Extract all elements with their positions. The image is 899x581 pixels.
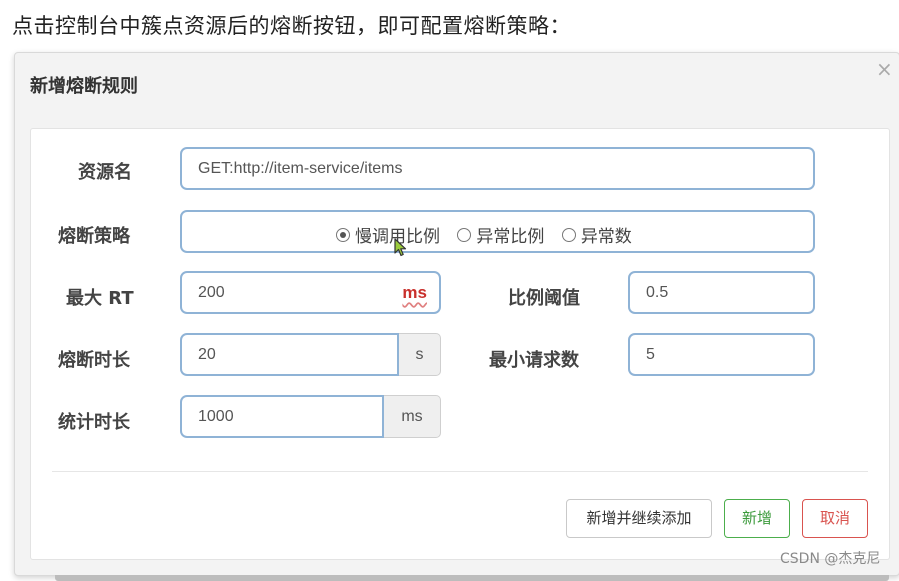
radio-slow-ratio[interactable]: 慢调用比例 <box>336 222 440 247</box>
break-duration-input[interactable]: 20 <box>180 333 399 376</box>
footer-divider <box>52 471 868 472</box>
ratio-threshold-label: 比例阈值 <box>508 288 580 309</box>
min-requests-input[interactable]: 5 <box>628 333 815 376</box>
close-icon[interactable]: × <box>876 58 893 80</box>
resource-label: 资源名 <box>78 162 132 183</box>
min-requests-label: 最小请求数 <box>489 350 579 371</box>
max-rt-unit: ms <box>402 283 427 302</box>
strategy-radio-group: 慢调用比例 异常比例 异常数 <box>336 222 644 247</box>
watermark: CSDN @杰克尼 <box>780 551 881 567</box>
ratio-threshold-input[interactable]: 0.5 <box>628 271 815 314</box>
break-duration-label: 熔断时长 <box>58 350 130 371</box>
max-rt-input[interactable]: 200 ms <box>180 271 441 314</box>
stat-duration-unit: ms <box>384 395 441 438</box>
stat-duration-input[interactable]: 1000 <box>180 395 384 438</box>
stat-duration-label: 统计时长 <box>58 412 130 433</box>
radio-error-ratio-label: 异常比例 <box>476 227 545 247</box>
resource-input[interactable]: GET:http://item-service/items <box>180 147 815 190</box>
max-rt-value: 200 <box>198 284 225 301</box>
radio-unselected-icon <box>561 227 576 242</box>
add-button[interactable]: 新增 <box>724 499 790 538</box>
radio-unselected-icon <box>457 227 472 242</box>
dialog-title: 新增熔断规则 <box>30 76 138 97</box>
cancel-button[interactable]: 取消 <box>802 499 868 538</box>
radio-error-ratio[interactable]: 异常比例 <box>457 222 544 247</box>
radio-error-count[interactable]: 异常数 <box>561 222 632 247</box>
break-duration-unit: s <box>399 333 441 376</box>
radio-error-count-label: 异常数 <box>580 227 632 247</box>
intro-text: 点击控制台中簇点资源后的熔断按钮，即可配置熔断策略： <box>12 14 571 38</box>
mouse-cursor-icon <box>394 238 407 257</box>
add-and-continue-button[interactable]: 新增并继续添加 <box>566 499 712 538</box>
radio-selected-icon <box>336 227 350 242</box>
max-rt-label: 最大 RT <box>66 288 134 309</box>
strategy-label: 熔断策略 <box>58 226 130 247</box>
